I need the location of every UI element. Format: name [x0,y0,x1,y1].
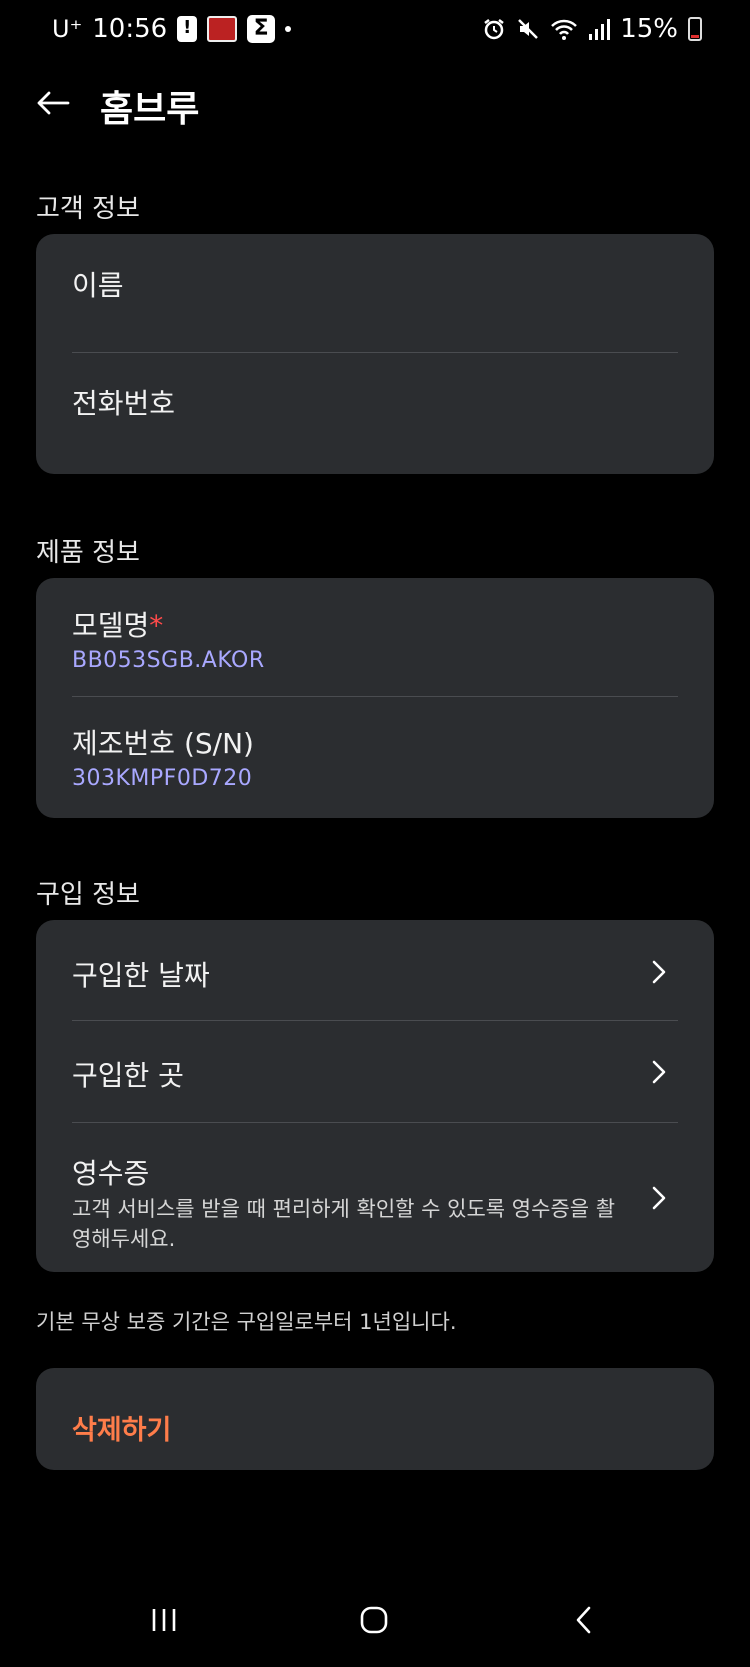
purchase-section-title: 구입 정보 [36,880,140,910]
divider [72,1020,678,1021]
model-row: 모델명* BB053SGB.AKOR [72,604,678,673]
customer-section-title: 고객 정보 [36,194,140,224]
recent-apps-button[interactable] [134,1600,194,1640]
divider [72,352,678,353]
warranty-note: 기본 무상 보증 기간은 구입일로부터 1년입니다. [36,1310,457,1334]
carrier-label: U⁺ [52,15,83,43]
page-title: 홈브루 [100,89,200,130]
delete-button[interactable]: 삭제하기 [36,1368,714,1470]
chevron-right-icon [652,1186,666,1210]
app-notification-icon [207,16,238,42]
alert-notification-icon [177,16,198,42]
nav-back-icon [576,1606,591,1634]
receipt-label: 영수증 [72,1157,150,1190]
model-label: 모델명* [72,604,678,644]
purchase-place-row[interactable]: 구입한 곳 [72,1054,678,1094]
back-arrow-icon [37,91,70,115]
purchase-place-label: 구입한 곳 [72,1059,184,1092]
required-mark: * [149,609,164,642]
name-label: 이름 [72,269,124,302]
purchase-info-card: 구입한 날짜 구입한 곳 영수증 고객 서비스를 받을 때 편리하게 확인할 수… [36,920,714,1272]
delete-label: 삭제하기 [72,1415,172,1446]
product-info-card: 모델명* BB053SGB.AKOR 제조번호 (S/N) 303KMPF0D7… [36,578,714,818]
purchase-date-row[interactable]: 구입한 날짜 [72,954,678,994]
phone-row[interactable]: 전화번호 [72,382,678,422]
purchase-date-label: 구입한 날짜 [72,959,210,992]
status-bar: U⁺ 10:56 Σ 15% [0,0,750,66]
serial-row: 제조번호 (S/N) 303KMPF0D720 [72,722,678,791]
home-button[interactable] [344,1600,404,1640]
navigation-bar [0,1580,750,1667]
chevron-right-icon [652,960,666,984]
serial-label: 제조번호 (S/N) [72,727,254,760]
status-right: 15% [482,14,702,44]
alarm-icon [484,19,504,40]
recent-apps-icon [152,1609,176,1631]
divider [72,1122,678,1123]
app-bar: 홈브루 [0,66,750,142]
model-label-text: 모델명 [72,609,150,642]
status-left: U⁺ 10:56 Σ [52,14,292,44]
signal-icon [589,19,611,40]
more-notifications-icon [285,26,292,32]
model-value: BB053SGB.AKOR [72,648,265,673]
phone-label: 전화번호 [72,387,176,420]
battery-icon [688,17,702,41]
status-time: 10:56 [92,14,168,44]
wifi-icon [551,19,578,40]
receipt-row[interactable]: 영수증 고객 서비스를 받을 때 편리하게 확인할 수 있도록 영수증을 촬영해… [72,1152,678,1254]
home-icon [360,1606,388,1634]
serial-value: 303KMPF0D720 [72,766,253,791]
product-section-title: 제품 정보 [36,538,140,568]
sigma-notification-icon: Σ [247,15,276,43]
receipt-description: 고객 서비스를 받을 때 편리하게 확인할 수 있도록 영수증을 촬영해두세요. [72,1197,616,1251]
battery-percent: 15% [620,14,678,44]
customer-info-card: 이름 전화번호 [36,234,714,474]
mute-icon [518,19,539,39]
nav-back-button[interactable] [554,1600,614,1640]
chevron-right-icon [652,1060,666,1084]
back-button[interactable] [28,78,78,128]
divider [72,696,678,697]
name-row[interactable]: 이름 [72,264,678,304]
